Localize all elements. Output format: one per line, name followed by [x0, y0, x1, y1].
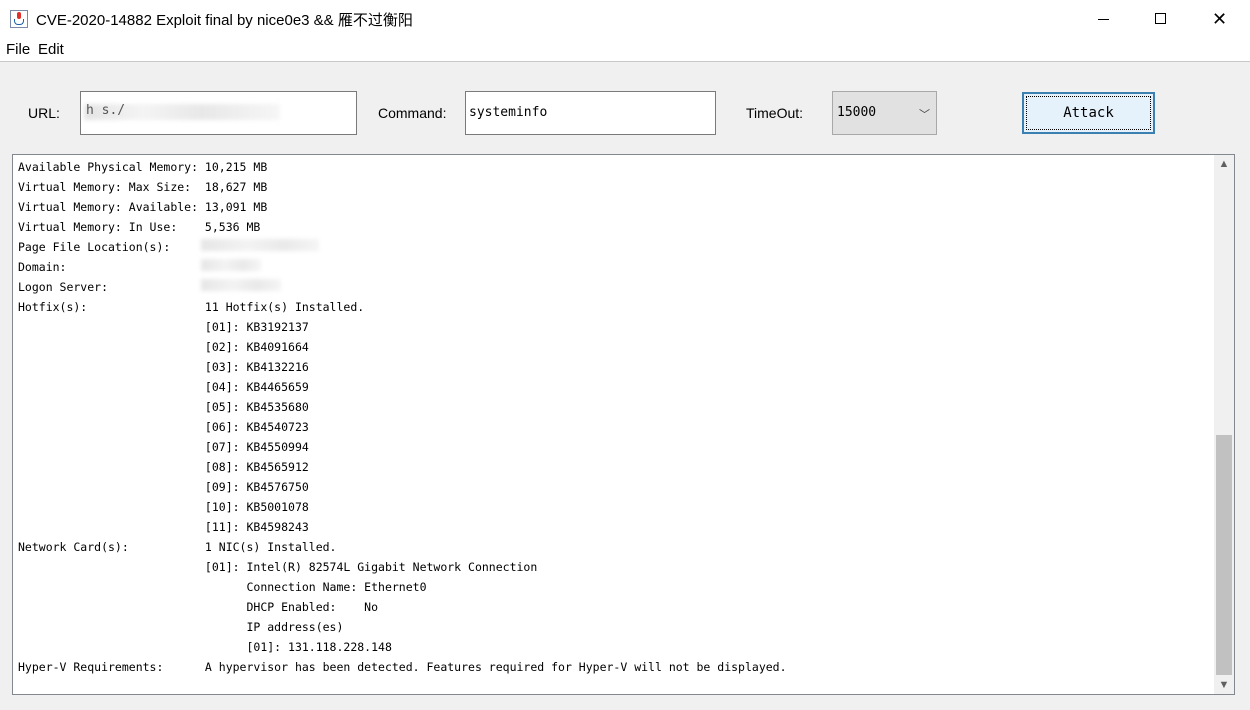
output-line: Available Physical Memory: 10,215 MB	[18, 160, 268, 174]
redacted-domain	[201, 259, 261, 271]
output-line: [01]: 131.118.228.148	[18, 640, 392, 654]
url-label: URL:	[28, 105, 60, 121]
output-line: Virtual Memory: In Use: 5,536 MB	[18, 220, 261, 234]
url-value: h s./	[86, 103, 126, 118]
close-icon: ✕	[1212, 9, 1228, 29]
timeout-select[interactable]: 15000 ﹀	[832, 91, 937, 135]
output-line: [02]: KB4091664	[18, 340, 309, 354]
java-app-icon	[10, 10, 28, 28]
close-button[interactable]: ✕	[1190, 0, 1248, 38]
output-line: Hotfix(s): 11 Hotfix(s) Installed.	[18, 300, 365, 314]
output-line: [05]: KB4535680	[18, 400, 309, 414]
timeout-label: TimeOut:	[746, 105, 804, 121]
menu-file[interactable]: File	[6, 41, 30, 58]
maximize-icon	[1155, 13, 1166, 24]
output-lines: Available Physical Memory: 10,215 MB Virt…	[18, 157, 787, 677]
output-line: [10]: KB5001078	[18, 500, 309, 514]
output-line: IP address(es)	[18, 620, 344, 634]
minimize-icon	[1098, 19, 1109, 20]
output-line: Network Card(s): 1 NIC(s) Installed.	[18, 540, 337, 554]
output-line: [04]: KB4465659	[18, 380, 309, 394]
output-line: [06]: KB4540723	[18, 420, 309, 434]
output-line: Logon Server:	[18, 280, 109, 294]
output-line: Connection Name: Ethernet0	[18, 580, 427, 594]
output-line: [08]: KB4565912	[18, 460, 309, 474]
chevron-down-icon: ﹀	[919, 109, 930, 121]
menu-bar: File Edit	[0, 38, 1250, 62]
output-line: [03]: KB4132216	[18, 360, 309, 374]
output-line: [11]: KB4598243	[18, 520, 309, 534]
window-title: CVE-2020-14882 Exploit final by nice0e3 …	[36, 12, 413, 29]
timeout-value: 15000	[837, 105, 877, 120]
output-line: [01]: Intel(R) 82574L Gigabit Network Co…	[18, 560, 538, 574]
maximize-button[interactable]	[1132, 0, 1190, 38]
output-line: Hyper-V Requirements: A hypervisor has b…	[18, 660, 787, 674]
output-textarea[interactable]: Available Physical Memory: 10,215 MB Virt…	[12, 154, 1235, 695]
redacted-page-file	[201, 239, 319, 251]
output-line: [07]: KB4550994	[18, 440, 309, 454]
command-input[interactable]: systeminfo	[465, 91, 716, 135]
scroll-down-icon[interactable]: ▼	[1214, 676, 1234, 694]
output-line: DHCP Enabled: No	[18, 600, 379, 614]
output-line: [01]: KB3192137	[18, 320, 309, 334]
command-label: Command:	[378, 105, 447, 121]
scroll-up-icon[interactable]: ▲	[1214, 155, 1234, 173]
redacted-logon-server	[201, 279, 281, 291]
title-bar: CVE-2020-14882 Exploit final by nice0e3 …	[0, 0, 1250, 38]
menu-edit[interactable]: Edit	[38, 41, 64, 58]
output-line: Page File Location(s):	[18, 240, 171, 254]
vertical-scrollbar[interactable]: ▲ ▼	[1214, 155, 1234, 694]
attack-button[interactable]: Attack	[1022, 92, 1155, 134]
output-line: Virtual Memory: Available: 13,091 MB	[18, 200, 268, 214]
output-line: Domain:	[18, 260, 67, 274]
minimize-button[interactable]	[1074, 0, 1132, 38]
output-line: Virtual Memory: Max Size: 18,627 MB	[18, 180, 268, 194]
output-line: [09]: KB4576750	[18, 480, 309, 494]
scroll-thumb[interactable]	[1216, 435, 1232, 675]
